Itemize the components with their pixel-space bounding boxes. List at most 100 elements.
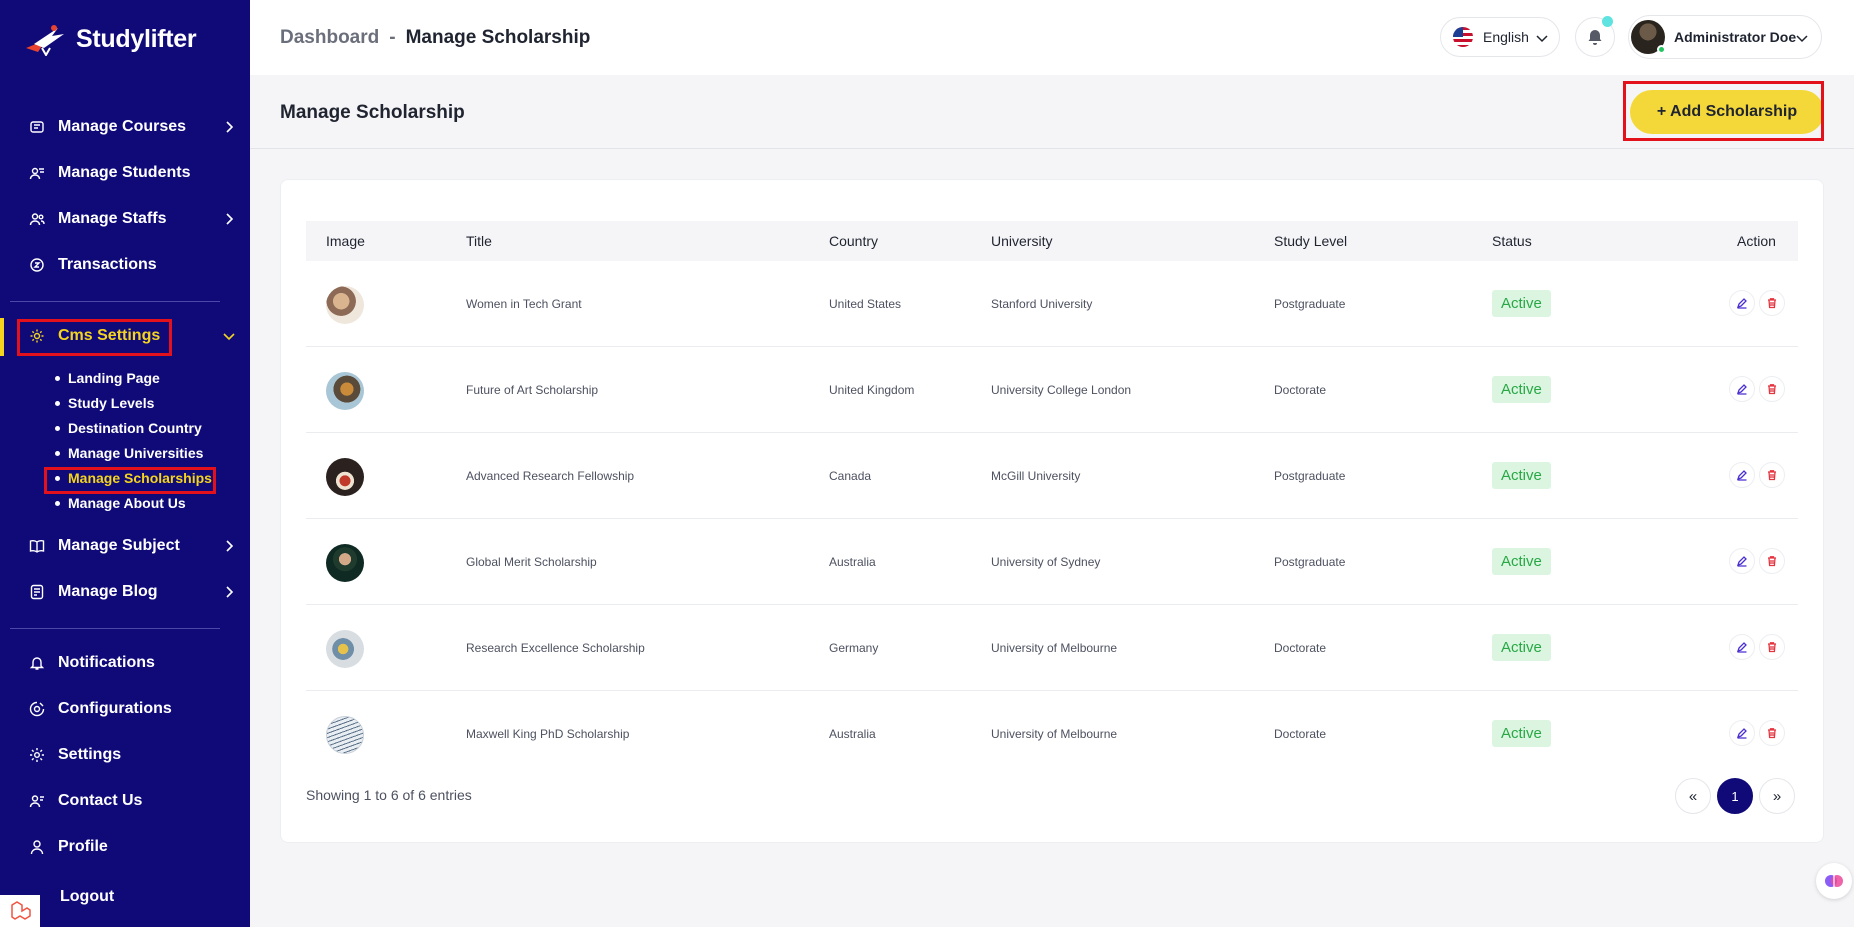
chevron-right-icon <box>226 586 234 598</box>
scholarship-level: Postgraduate <box>1274 555 1346 569</box>
trash-icon <box>1768 556 1776 567</box>
sidebar-item-label: Manage Blog <box>58 583 158 600</box>
scholarship-image <box>326 286 364 324</box>
sidebar-divider <box>10 301 220 302</box>
delete-button[interactable] <box>1759 462 1785 488</box>
pagination-page-1[interactable]: 1 <box>1717 778 1753 814</box>
scholarship-image <box>326 630 364 668</box>
status-badge: Active <box>1492 376 1551 403</box>
sidebar-item-settings[interactable]: Settings <box>0 737 250 773</box>
courses-icon <box>28 118 46 136</box>
gear-icon <box>28 746 46 764</box>
delete-button[interactable] <box>1759 720 1785 746</box>
scholarships-card: Image Title Country University Study Lev… <box>280 179 1824 843</box>
table-row: Maxwell King PhD Scholarship Australia U… <box>306 691 1798 777</box>
trash-icon <box>1768 642 1776 653</box>
notifications-button[interactable] <box>1575 16 1615 57</box>
delete-button[interactable] <box>1759 548 1785 574</box>
sidebar-subitem-manage-about-us[interactable]: Manage About Us <box>55 495 186 511</box>
sidebar-item-label: Manage Staffs <box>58 210 167 227</box>
user-menu[interactable]: Administrator Doe <box>1628 15 1822 59</box>
pagination-next[interactable]: » <box>1759 778 1795 814</box>
sidebar-item-manage-courses[interactable]: Manage Courses <box>0 109 250 145</box>
top-header: Dashboard - Manage Scholarship English A… <box>250 0 1854 75</box>
sidebar-item-label: Settings <box>58 746 122 763</box>
sidebar-item-configurations[interactable]: Configurations <box>0 691 250 727</box>
sidebar-subitem-landing-page[interactable]: Landing Page <box>55 370 160 386</box>
language-label: English <box>1483 29 1529 45</box>
scholarship-country: Australia <box>829 555 876 569</box>
edit-icon <box>1736 728 1747 739</box>
students-icon <box>28 164 46 182</box>
sidebar-item-contact-us[interactable]: Contact Us <box>0 783 250 819</box>
column-header: Title <box>466 233 492 249</box>
us-flag-icon <box>1453 27 1473 47</box>
scholarship-country: United States <box>829 297 902 311</box>
sidebar-item-label: Transactions <box>58 256 157 273</box>
table-row: Global Merit Scholarship Australia Unive… <box>306 519 1798 605</box>
pagination-prev[interactable]: « <box>1675 778 1711 814</box>
scholarship-university: University College London <box>991 383 1132 397</box>
user-icon <box>28 838 46 856</box>
scholarship-title: Research Excellence Scholarship <box>466 641 645 655</box>
highlight-box <box>17 319 172 356</box>
scholarship-image <box>326 716 364 754</box>
table-header: Image Title Country University Study Lev… <box>306 221 1798 261</box>
scholarship-level: Doctorate <box>1274 727 1327 741</box>
page-title: Manage Scholarship <box>280 102 465 123</box>
subitem-label: Destination Country <box>68 420 202 436</box>
column-header: Action <box>1737 233 1776 249</box>
assistant-brain-icon[interactable] <box>1816 863 1852 899</box>
edit-button[interactable] <box>1729 720 1755 746</box>
app-logo[interactable]: Studylifter <box>24 22 197 56</box>
edit-button[interactable] <box>1729 376 1755 402</box>
table-row: Women in Tech Grant United States Stanfo… <box>306 261 1798 347</box>
scholarship-image <box>326 458 364 496</box>
sidebar-subitem-manage-universities[interactable]: Manage Universities <box>55 445 203 461</box>
delete-button[interactable] <box>1759 290 1785 316</box>
scholarship-country: Canada <box>829 469 872 483</box>
scholarship-country: Australia <box>829 727 876 741</box>
trash-icon <box>1768 384 1776 395</box>
sidebar-item-profile[interactable]: Profile <box>0 829 250 865</box>
scholarship-level: Doctorate <box>1274 383 1327 397</box>
edit-button[interactable] <box>1729 290 1755 316</box>
delete-button[interactable] <box>1759 376 1785 402</box>
breadcrumb-separator: - <box>389 27 396 48</box>
sidebar-item-notifications[interactable]: Notifications <box>0 645 250 681</box>
column-header: Image <box>326 233 365 249</box>
edit-icon <box>1736 470 1747 481</box>
breadcrumb-root[interactable]: Dashboard <box>280 27 379 49</box>
sidebar-item-manage-blog[interactable]: Manage Blog <box>0 574 250 610</box>
sidebar-subitem-destination-country[interactable]: Destination Country <box>55 420 202 436</box>
sidebar-item-transactions[interactable]: Transactions <box>0 247 250 283</box>
edit-button[interactable] <box>1729 548 1755 574</box>
scholarship-university: University of Melbourne <box>991 727 1118 741</box>
language-selector[interactable]: English <box>1440 17 1560 57</box>
edit-icon <box>1736 384 1747 395</box>
edit-button[interactable] <box>1729 634 1755 660</box>
sidebar-item-manage-subject[interactable]: Manage Subject <box>0 528 250 564</box>
chevron-down-icon <box>223 333 235 341</box>
scholarship-university: University of Sydney <box>991 555 1101 569</box>
laravel-icon[interactable] <box>0 895 40 927</box>
scholarship-level: Doctorate <box>1274 641 1327 655</box>
column-header: University <box>991 233 1053 249</box>
sidebar-divider <box>10 628 220 629</box>
sidebar-subitem-study-levels[interactable]: Study Levels <box>55 395 154 411</box>
sidebar-item-manage-students[interactable]: Manage Students <box>0 155 250 191</box>
scholarship-university: University of Melbourne <box>991 641 1118 655</box>
scholarship-title: Women in Tech Grant <box>466 297 582 311</box>
sidebar-item-label: Profile <box>58 838 108 855</box>
sidebar-item-label: Manage Students <box>58 164 191 181</box>
edit-button[interactable] <box>1729 462 1755 488</box>
scholarship-university: McGill University <box>991 469 1081 483</box>
sidebar: Studylifter Manage Courses Manage Studen… <box>0 0 250 927</box>
scholarship-country: Germany <box>829 641 879 655</box>
scholarship-title: Maxwell King PhD Scholarship <box>466 727 630 741</box>
breadcrumb: Dashboard - Manage Scholarship <box>280 27 590 49</box>
sidebar-item-manage-staffs[interactable]: Manage Staffs <box>0 201 250 237</box>
scholarship-level: Postgraduate <box>1274 469 1346 483</box>
delete-button[interactable] <box>1759 634 1785 660</box>
trash-icon <box>1768 298 1776 309</box>
